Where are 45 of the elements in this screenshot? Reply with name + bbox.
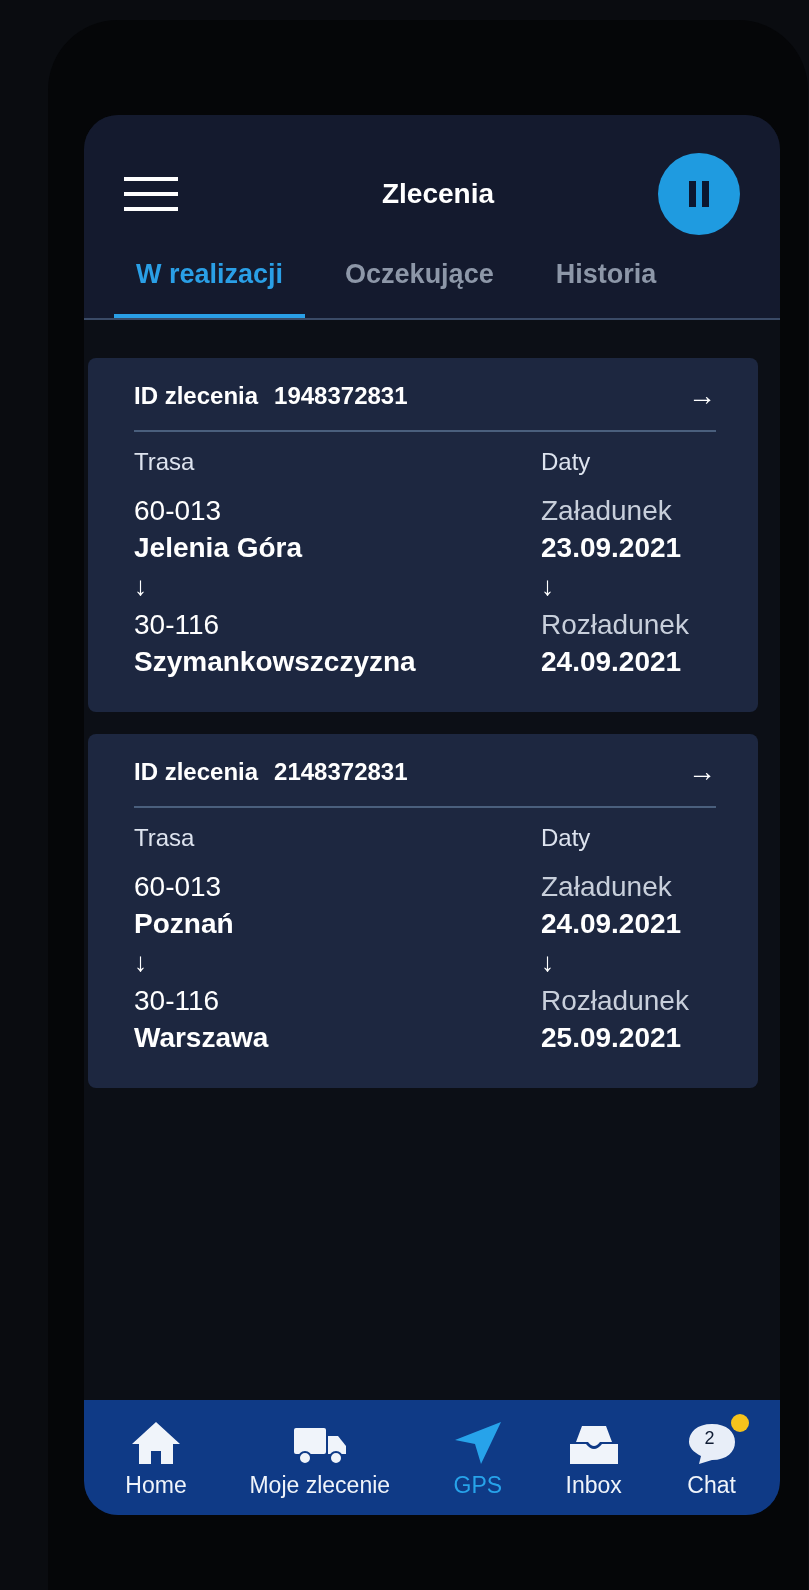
city-name: Szymankowszczyzna [134,645,416,679]
nav-tab[interactable]: GPS [452,1420,503,1499]
unloading-date: 25.09.2021 [541,1021,683,1055]
postal-code: 30-116 [134,608,221,642]
open-arrow[interactable]: → [688,756,716,788]
nav-tab[interactable]: 2 Chat [684,1420,739,1499]
tab[interactable]: Historia [533,249,679,318]
dates-label: Daty [541,448,592,476]
postal-code: 60-013 [134,870,223,904]
order-card[interactable]: ID zlecenia 2148372831 → Trasa 60-013 Poznań ↓ 30-116 Warszawa Daty Załadunek 24.09.2021 ↓ Rozładunek 25.09.2021 [88,734,758,1088]
loading-label: Załadunek [541,494,673,528]
dates-label: Daty [541,824,592,852]
city-name: Poznań [134,907,235,941]
nav-tab[interactable]: Home [125,1420,187,1499]
order-id-label: ID zlecenia [134,758,259,786]
down-arrow: ↓ [541,946,555,979]
loading-date: 24.09.2021 [541,907,683,941]
loading-label: Załadunek [541,870,673,904]
tab[interactable]: W realizacji [114,249,306,318]
down-arrow: ↓ [134,946,148,979]
postal-code: 60-013 [134,494,223,528]
city-name: Warszawa [134,1021,269,1055]
pause-icon [689,181,709,207]
nav-tab[interactable]: Inbox [565,1420,622,1499]
notification-dot [730,1414,749,1432]
screen-title: Zlecenia [381,178,495,210]
down-arrow: ↓ [541,570,555,603]
loading-date: 23.09.2021 [541,531,683,565]
menu-icon[interactable] [124,177,178,211]
order-card[interactable]: ID zlecenia 1948372831 → Trasa 60-013 Jelenia Góra ↓ 30-116 Szymankowszczyzna Daty Załadunek 23.09.2021 ↓ Rozładunek 24.09.2021 [88,358,758,712]
tab[interactable]: Oczekujące [323,249,516,318]
unloading-label: Rozładunek [541,984,690,1018]
city-name: Jelenia Góra [134,531,304,565]
down-arrow: ↓ [134,570,148,603]
unloading-date: 24.09.2021 [541,645,683,679]
order-id: 1948372831 [274,382,408,410]
nav-tab[interactable]: Moje zlecenie [249,1420,391,1499]
order-id-label: ID zlecenia [134,382,259,410]
unread-count: 2 [704,1428,715,1449]
route-label: Trasa [134,448,196,476]
open-arrow[interactable]: → [688,380,716,412]
postal-code: 30-116 [134,984,221,1018]
order-id: 2148372831 [274,758,408,786]
unloading-label: Rozładunek [541,608,690,642]
route-label: Trasa [134,824,196,852]
